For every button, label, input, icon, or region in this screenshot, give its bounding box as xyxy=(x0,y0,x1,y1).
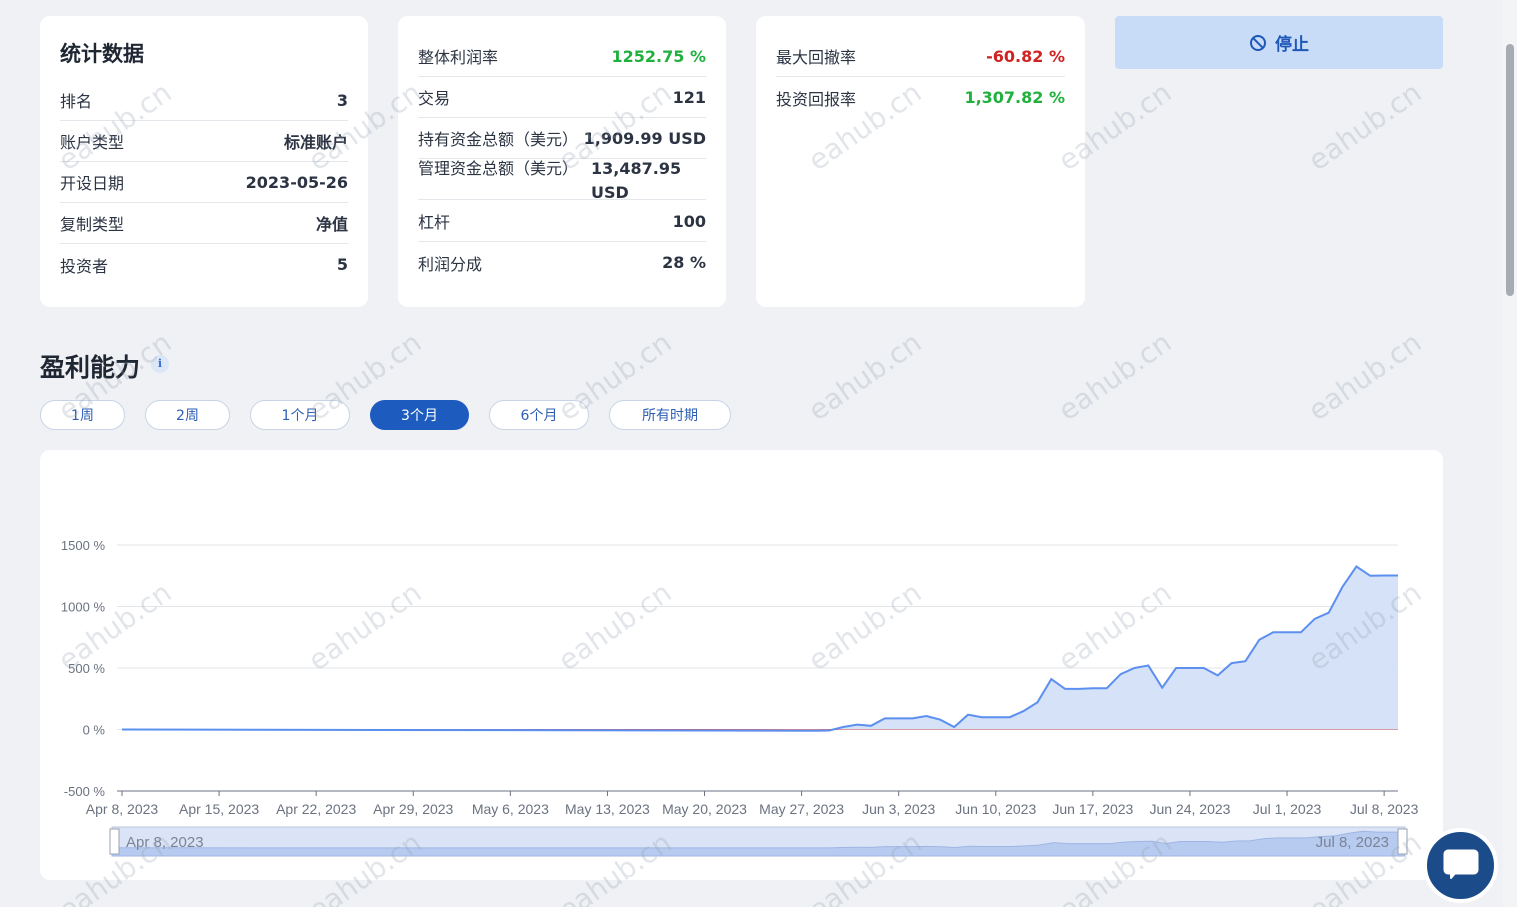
stats-card-title: 统计数据 xyxy=(60,42,144,66)
risk-label: 最大回撤率 xyxy=(776,48,857,67)
zoom-start-label: Apr 8, 2023 xyxy=(126,834,204,851)
zoom-end-label: Jul 8, 2023 xyxy=(1316,834,1389,851)
stats-value: 5 xyxy=(336,255,348,274)
perf-label: 杠杆 xyxy=(418,213,451,232)
perf-value: 28 % xyxy=(662,253,706,272)
perf-row-leverage: 杠杆 100 xyxy=(418,201,706,242)
chat-button[interactable] xyxy=(1423,828,1498,903)
info-icon[interactable]: i xyxy=(151,355,169,373)
performance-card: 整体利润率 1252.75 % 交易 121 持有资金总额（美元） 1,909.… xyxy=(398,16,726,307)
page-scrollbar[interactable] xyxy=(1503,0,1517,907)
stop-button[interactable]: 停止 xyxy=(1115,16,1443,69)
y-tick-label: 1500 % xyxy=(61,538,106,553)
risk-value: 1,307.82 % xyxy=(964,88,1065,107)
stats-row-account-type: 账户类型 标准账户 xyxy=(60,121,348,162)
tab-1-month[interactable]: 1个月 xyxy=(250,400,350,430)
perf-row-profit-share: 利润分成 28 % xyxy=(418,242,706,283)
y-tick-label: 500 % xyxy=(68,661,105,676)
zoom-handle-right xyxy=(1397,828,1408,855)
x-tick-label: Apr 22, 2023 xyxy=(276,801,356,817)
stats-label: 开设日期 xyxy=(60,174,125,193)
perf-value: 1,909.99 USD xyxy=(583,128,706,148)
chat-bubble-icon xyxy=(1443,849,1478,879)
stop-button-label: 停止 xyxy=(1275,35,1309,55)
stats-value: 3 xyxy=(336,90,348,110)
x-tick-label: Jun 17, 2023 xyxy=(1052,801,1133,817)
tab-3-months[interactable]: 3个月 xyxy=(370,400,469,430)
perf-value: 121 xyxy=(672,87,706,107)
tab-2-weeks[interactable]: 2周 xyxy=(145,400,230,430)
perf-value: 1252.75 % xyxy=(611,46,706,66)
profit-chart[interactable]: 1500 % 1000 % 500 % 0 % -500 % Apr 8, 2023 Apr… xyxy=(40,450,1443,880)
x-tick-label: Apr 29, 2023 xyxy=(373,801,453,817)
risk-row-max-drawdown: 最大回撤率 -60.82 % xyxy=(776,36,1065,77)
watermark-text: eahub.cn xyxy=(1302,75,1428,178)
x-tick-label: Jun 24, 2023 xyxy=(1149,801,1230,817)
scrollbar-thumb[interactable] xyxy=(1506,44,1514,296)
stats-value: 标准账户 xyxy=(283,133,348,152)
perf-label: 管理资金总额（美元） xyxy=(418,159,579,178)
risk-card: 最大回撤率 -60.82 % 投资回报率 1,307.82 % xyxy=(756,16,1085,307)
perf-label: 整体利润率 xyxy=(418,48,499,67)
stats-value: 净值 xyxy=(315,215,348,234)
ban-icon xyxy=(1250,34,1266,51)
stats-row-open-date: 开设日期 2023-05-26 xyxy=(60,162,348,203)
stats-row-copy-type: 复制类型 净值 xyxy=(60,203,348,244)
y-tick-label: 0 % xyxy=(83,723,106,738)
perf-row-holding-funds: 持有资金总额（美元） 1,909.99 USD xyxy=(418,118,706,159)
x-tick-label: Jun 3, 2023 xyxy=(862,801,935,817)
stats-row-investors: 投资者 5 xyxy=(60,244,348,285)
tab-6-months[interactable]: 6个月 xyxy=(489,400,589,430)
perf-row-trades: 交易 121 xyxy=(418,77,706,118)
perf-row-profit-rate: 整体利润率 1252.75 % xyxy=(418,36,706,77)
risk-value: -60.82 % xyxy=(986,46,1065,66)
perf-label: 交易 xyxy=(418,89,451,108)
stats-label: 账户类型 xyxy=(60,133,125,152)
x-tick-label: Jul 1, 2023 xyxy=(1253,801,1322,817)
profit-section-title: 盈利能力 xyxy=(40,353,141,382)
stats-label: 排名 xyxy=(60,92,93,111)
x-tick-label: May 20, 2023 xyxy=(662,801,747,817)
perf-value: 100 xyxy=(672,211,706,231)
x-tick-label: May 6, 2023 xyxy=(472,801,549,817)
series-area xyxy=(122,566,1398,731)
stats-label: 投资者 xyxy=(60,256,109,276)
perf-value: 13,487.95 USD xyxy=(591,159,682,202)
y-tick-label: -500 % xyxy=(64,784,106,799)
perf-row-managed-funds: 管理资金总额（美元） 13,487.95 USD xyxy=(418,159,706,202)
stats-label: 复制类型 xyxy=(60,215,125,234)
profit-chart-card: 1500 % 1000 % 500 % 0 % -500 % Apr 8, 2023 Apr… xyxy=(40,450,1443,880)
x-tick-label: May 13, 2023 xyxy=(565,801,650,817)
x-tick-label: Jul 8, 2023 xyxy=(1350,801,1419,817)
zoom-handle-left xyxy=(109,828,120,855)
risk-label: 投资回报率 xyxy=(776,89,857,109)
x-tick-label: Jun 10, 2023 xyxy=(955,801,1036,817)
x-tick-label: Apr 8, 2023 xyxy=(86,801,159,817)
stats-row-rank: 排名 3 xyxy=(60,80,348,121)
x-tick-label: Apr 15, 2023 xyxy=(179,801,259,817)
y-tick-label: 1000 % xyxy=(61,600,106,615)
perf-label: 持有资金总额（美元） xyxy=(418,130,579,149)
risk-row-roi: 投资回报率 1,307.82 % xyxy=(776,77,1065,118)
stats-value: 2023-05-26 xyxy=(245,172,348,192)
tab-all-time[interactable]: 所有时期 xyxy=(609,400,731,430)
stats-card: 统计数据 排名 3 账户类型 标准账户 开设日期 2023-05-26 复制类型… xyxy=(40,16,368,307)
perf-label: 利润分成 xyxy=(418,254,483,274)
watermark-text: eahub.cn xyxy=(1052,325,1178,428)
x-tick-label: May 27, 2023 xyxy=(759,801,844,817)
watermark-text: eahub.cn xyxy=(1302,325,1428,428)
watermark-text: eahub.cn xyxy=(802,325,928,428)
tab-1-week[interactable]: 1周 xyxy=(40,400,125,430)
